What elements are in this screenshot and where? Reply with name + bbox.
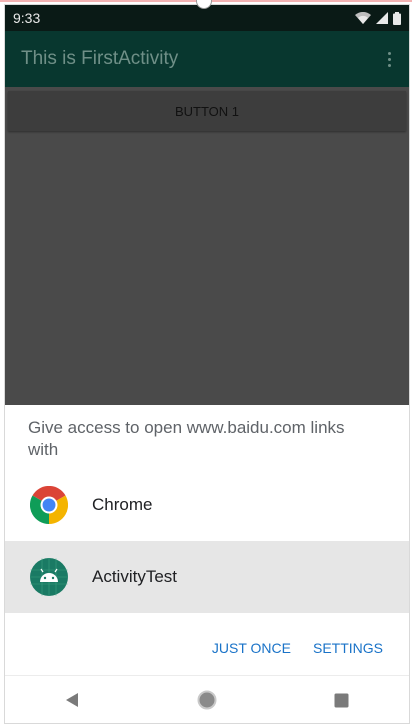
chooser-actions: JUST ONCE SETTINGS [5,635,409,661]
status-bar: 9:33 [5,5,409,31]
recents-icon [334,693,349,707]
back-icon [66,693,79,707]
status-time: 9:33 [13,10,41,26]
home-button[interactable] [177,680,237,720]
back-button[interactable] [42,680,102,720]
status-icons [355,11,401,25]
navigation-bar [5,675,409,723]
chooser-title: Give access to open www.baidu.com links … [28,418,345,459]
overflow-menu-icon[interactable] [386,48,393,71]
wifi-icon [355,12,371,24]
chooser-item-chrome[interactable]: Chrome [5,469,409,541]
app-bar: This is FirstActivity [5,31,409,87]
battery-icon [393,11,401,25]
android-icon [30,558,68,596]
chooser-item-activitytest[interactable]: ActivityTest [5,541,409,613]
app-title: This is FirstActivity [21,48,179,69]
app-chooser-sheet: Give access to open www.baidu.com links … [5,405,409,675]
device-screen: 9:33 This is FirstActivity BUTTON 1 Give… [4,4,410,724]
recents-button[interactable] [312,680,372,720]
settings-button[interactable]: SETTINGS [313,640,383,656]
chrome-icon [30,486,68,524]
chooser-item-label: ActivityTest [92,567,178,586]
button-1[interactable]: BUTTON 1 [8,91,406,131]
home-icon [197,690,217,710]
signal-icon [376,12,388,24]
chooser-item-label: Chrome [92,495,153,514]
just-once-button[interactable]: JUST ONCE [212,640,291,656]
